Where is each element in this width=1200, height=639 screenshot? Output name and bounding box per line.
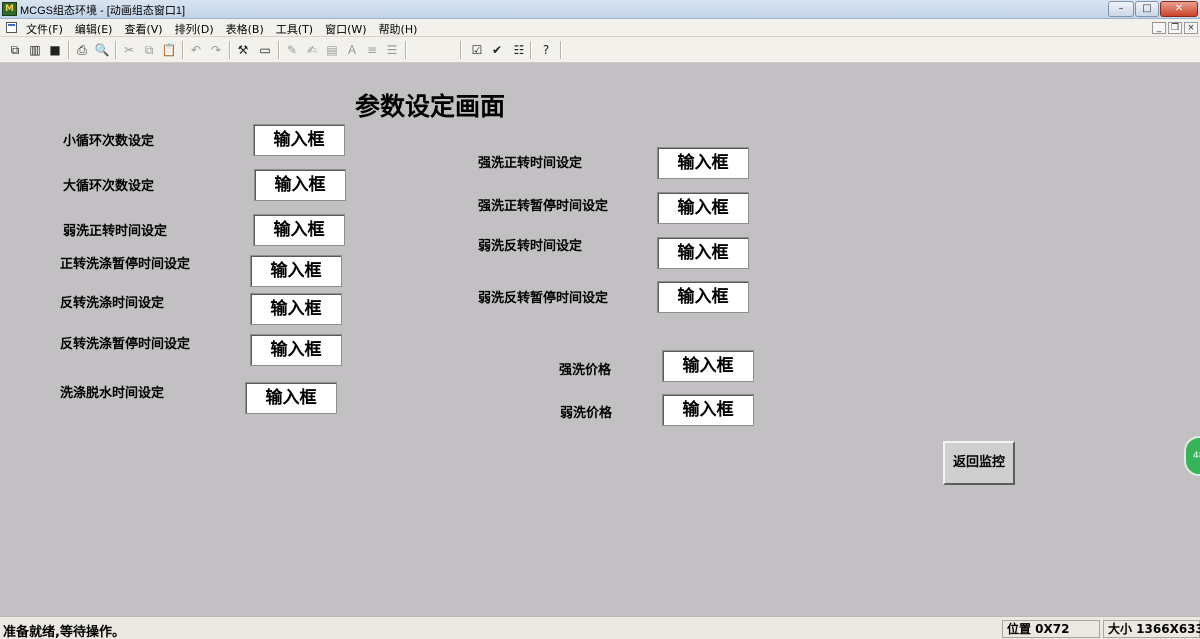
- toolbar-separator: [68, 41, 70, 59]
- spin-dry-time-input[interactable]: 输入框: [245, 382, 337, 414]
- print-preview-icon[interactable]: 🔍: [93, 41, 111, 59]
- new-window-icon[interactable]: ⧉: [6, 41, 24, 59]
- weak-wash-price-input[interactable]: 输入框: [662, 394, 754, 426]
- weak-reverse-pause-input[interactable]: 输入框: [657, 281, 749, 313]
- menu-tools[interactable]: 工具(T): [276, 21, 313, 37]
- menu-table[interactable]: 表格(B): [226, 21, 264, 37]
- field-label: 洗涤脱水时间设定: [60, 386, 165, 401]
- document-icon[interactable]: [6, 22, 17, 33]
- field-label: 正转洗涤暂停时间设定: [60, 257, 191, 272]
- field-label: 弱洗价格: [560, 406, 613, 421]
- minimize-button[interactable]: –: [1108, 1, 1134, 17]
- strong-forward-pause-input[interactable]: 输入框: [657, 192, 749, 224]
- position-readout: 位置 0X72: [1002, 620, 1100, 638]
- properties-icon[interactable]: ☑: [468, 41, 486, 59]
- maximize-button[interactable]: □: [1135, 1, 1159, 17]
- title-bar: M MCGS组态环境 - [动画组态窗口1] – □ ✕: [0, 0, 1200, 19]
- close-button[interactable]: ✕: [1160, 1, 1198, 17]
- page-title: 参数设定画面: [355, 92, 506, 121]
- menu-window[interactable]: 窗口(W): [325, 21, 366, 37]
- status-bar: 准备就绪,等待操作。 位置 0X72 大小 1366X633: [0, 616, 1200, 639]
- tools-icon[interactable]: ⚒: [234, 41, 252, 59]
- toolbar-separator: [182, 41, 184, 59]
- list-icon[interactable]: ☷: [510, 41, 528, 59]
- menu-arrange[interactable]: 排列(D): [175, 21, 214, 37]
- menu-view[interactable]: 查看(V): [124, 21, 162, 37]
- database-icon[interactable]: ▥: [26, 41, 44, 59]
- align-center-icon[interactable]: ☰: [383, 41, 401, 59]
- toolbar: ⧉ ▥ ■ ⎙ 🔍 ✂ ⧉ 📋 ↶ ↷ ⚒ ▭ ✎ ✍ ▤ A ≡ ☰ ☑ ✔ ☷?: [0, 37, 1200, 63]
- window-title: MCGS组态环境 - [动画组态窗口1]: [20, 5, 186, 17]
- weak-reverse-time-input[interactable]: 输入框: [657, 237, 749, 269]
- toolbar-separator: [560, 41, 562, 59]
- edit-style-icon[interactable]: ✍: [303, 41, 321, 59]
- mdi-close-button[interactable]: ×: [1184, 22, 1198, 34]
- strong-forward-time-input[interactable]: 输入框: [657, 147, 749, 179]
- small-cycle-count-input[interactable]: 输入框: [253, 124, 345, 156]
- field-label: 大循环次数设定: [63, 179, 155, 194]
- menu-edit[interactable]: 编辑(E): [75, 21, 113, 37]
- menu-file[interactable]: 文件(F): [26, 21, 63, 37]
- floating-widget-badge[interactable]: 48: [1184, 436, 1200, 476]
- cut-icon[interactable]: ✂: [120, 41, 138, 59]
- check-icon[interactable]: ✔: [488, 41, 506, 59]
- toolbar-separator: [405, 41, 407, 59]
- format-brush-icon[interactable]: ✎: [283, 41, 301, 59]
- large-cycle-count-input[interactable]: 输入框: [254, 169, 346, 201]
- toolbar-separator: [460, 41, 462, 59]
- copy-icon[interactable]: ⧉: [140, 41, 158, 59]
- mdi-minimize-button[interactable]: _: [1152, 22, 1166, 34]
- field-label: 强洗价格: [559, 363, 612, 378]
- reverse-wash-time-input[interactable]: 输入框: [250, 293, 342, 325]
- save-icon[interactable]: ■: [46, 41, 64, 59]
- reverse-pause-time-input[interactable]: 输入框: [250, 334, 342, 366]
- field-label: 反转洗涤时间设定: [60, 296, 165, 311]
- help-icon[interactable]: ?: [537, 41, 555, 59]
- undo-icon[interactable]: ↶: [187, 41, 205, 59]
- forward-pause-time-input[interactable]: 输入框: [250, 255, 342, 287]
- redo-icon[interactable]: ↷: [207, 41, 225, 59]
- strong-wash-price-input[interactable]: 输入框: [662, 350, 754, 382]
- menu-items: 文件(F) 编辑(E) 查看(V) 排列(D) 表格(B) 工具(T) 窗口(W…: [26, 21, 429, 37]
- fill-icon[interactable]: ▤: [323, 41, 341, 59]
- field-label: 强洗正转时间设定: [478, 156, 583, 171]
- toolbar-separator: [278, 41, 280, 59]
- field-label: 弱洗正转时间设定: [63, 224, 168, 239]
- paste-icon[interactable]: 📋: [160, 41, 178, 59]
- mdi-restore-button[interactable]: ❐: [1168, 22, 1182, 34]
- toolbar-separator: [530, 41, 532, 59]
- toolbar-separator: [229, 41, 231, 59]
- size-readout: 大小 1366X633: [1103, 620, 1200, 638]
- field-label: 反转洗涤暂停时间设定: [60, 337, 191, 352]
- field-label: 强洗正转暂停时间设定: [478, 199, 609, 214]
- field-label: 弱洗反转时间设定: [478, 239, 583, 254]
- align-left-icon[interactable]: ≡: [363, 41, 381, 59]
- field-label: 小循环次数设定: [63, 134, 155, 149]
- menu-bar: 文件(F) 编辑(E) 查看(V) 排列(D) 表格(B) 工具(T) 窗口(W…: [0, 19, 1200, 37]
- return-monitor-button[interactable]: 返回监控: [943, 441, 1015, 485]
- field-label: 弱洗反转暂停时间设定: [478, 291, 609, 306]
- weak-forward-time-input[interactable]: 输入框: [253, 214, 345, 246]
- frame-icon[interactable]: ▭: [256, 41, 274, 59]
- screen-canvas: 参数设定画面 小循环次数设定 输入框 大循环次数设定 输入框 弱洗正转时间设定 …: [0, 63, 1200, 616]
- menu-help[interactable]: 帮助(H): [379, 21, 418, 37]
- status-message: 准备就绪,等待操作。: [3, 625, 125, 639]
- mcgs-app-icon: M: [2, 2, 17, 16]
- font-icon[interactable]: A: [343, 41, 361, 59]
- toolbar-separator: [115, 41, 117, 59]
- print-icon[interactable]: ⎙: [73, 41, 91, 59]
